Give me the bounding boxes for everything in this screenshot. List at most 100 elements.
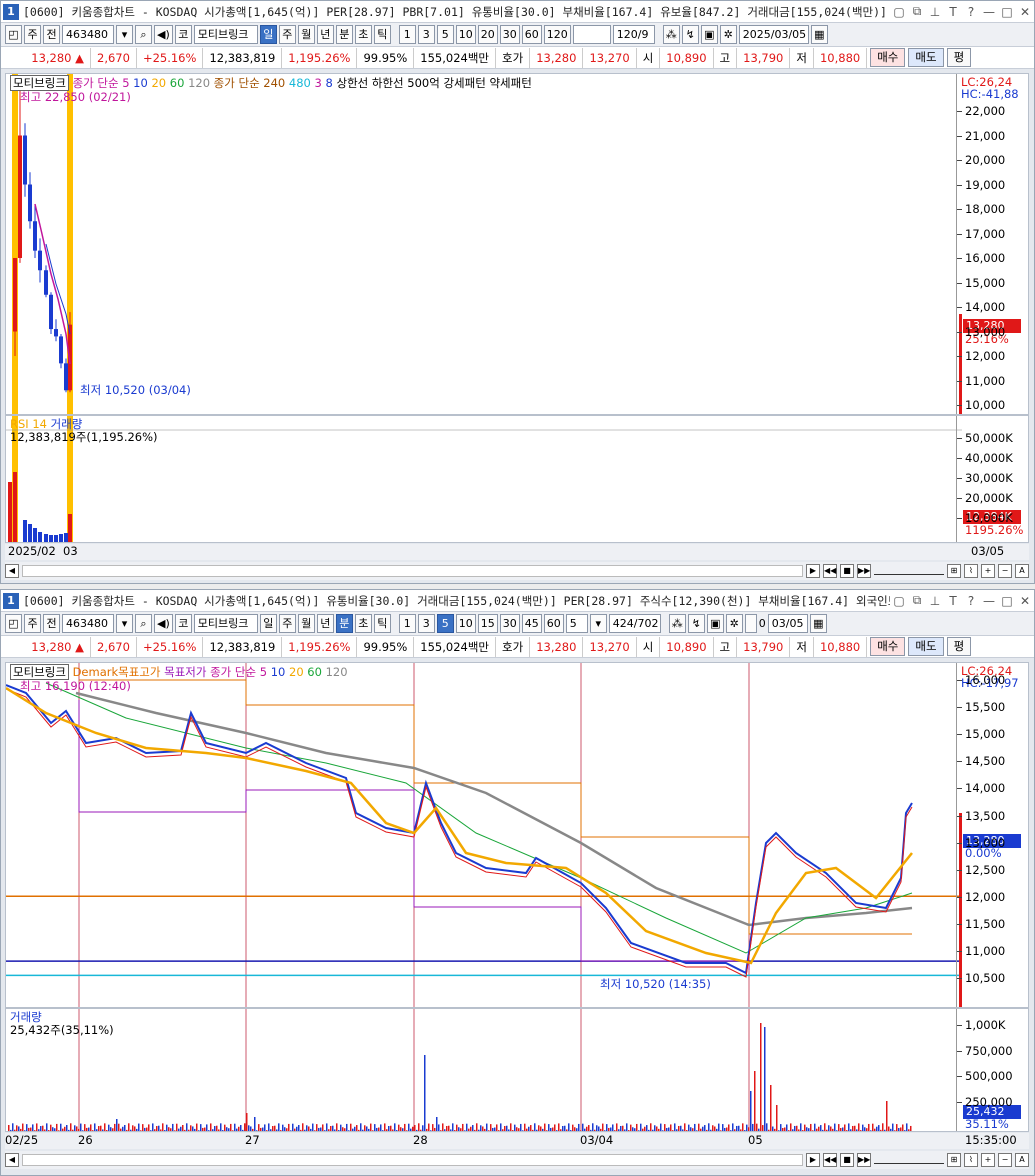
text-icon[interactable]: T (946, 594, 960, 608)
jeon-button[interactable]: 전 (43, 25, 60, 44)
save-icon[interactable]: ▣ (706, 614, 724, 633)
scroll-track[interactable] (22, 565, 803, 577)
stock-name-field[interactable]: 모티브링크 (193, 614, 258, 633)
buy-button[interactable]: 매수 (870, 48, 906, 67)
stop-icon[interactable]: ■ (840, 1153, 854, 1167)
ko-button[interactable]: 코 (174, 614, 192, 633)
layout-icon[interactable]: ◰ (5, 25, 22, 44)
bottom-scrollbar[interactable]: ◀ ▶ ◀◀ ■ ▶▶ ⊞ ⌇ + − A (5, 1151, 1029, 1169)
zigzag-icon[interactable]: ↯ (687, 614, 705, 633)
interval-button-3[interactable]: 10 (455, 614, 476, 633)
zoom-in-icon[interactable]: + (981, 564, 995, 578)
layout-icon[interactable]: ◰ (5, 614, 22, 633)
close-icon[interactable]: ✕ (1018, 594, 1032, 608)
save-icon[interactable]: ▣ (700, 25, 718, 44)
code-dropdown-icon[interactable]: ▾ (116, 614, 133, 633)
interval-button-7[interactable]: 120 (543, 25, 571, 44)
interval-button-4[interactable]: 15 (477, 614, 498, 633)
sell-button[interactable]: 매도 (908, 48, 944, 67)
search-icon[interactable]: ⌕ (135, 614, 152, 633)
rewind-icon[interactable]: ◀◀ (823, 564, 837, 578)
zoom-slider[interactable] (874, 1156, 944, 1164)
zoom-out-icon[interactable]: − (998, 564, 1012, 578)
checkbox[interactable] (744, 614, 757, 633)
speaker-icon[interactable]: ◀) (154, 25, 173, 44)
interval-button-7[interactable]: 60 (543, 614, 564, 633)
close-icon[interactable]: ✕ (1018, 5, 1032, 19)
bottom-volume-chart[interactable]: 거래량 25,432주(35,11%) 25,432 35.11% 1,000K… (5, 1008, 1029, 1132)
period-button-3[interactable]: 년 (316, 614, 334, 633)
date-input[interactable]: 2025/03/05 (738, 25, 809, 44)
maximize-icon[interactable]: □ (1000, 594, 1014, 608)
tile-icon[interactable]: ▢ (892, 5, 906, 19)
interval-button-4[interactable]: 20 (477, 25, 498, 44)
gear-icon[interactable]: ✲ (719, 25, 737, 44)
interval-button-6[interactable]: 60 (521, 25, 542, 44)
pin-icon[interactable]: ⊥ (928, 5, 942, 19)
zigzag-icon[interactable]: ↯ (681, 25, 699, 44)
minimize-icon[interactable]: — (982, 5, 996, 19)
period-button-5[interactable]: 초 (354, 614, 372, 633)
code-input[interactable]: 463480 (62, 614, 114, 633)
text-icon[interactable]: T (946, 5, 960, 19)
forward-icon[interactable]: ▶▶ (857, 564, 871, 578)
maximize-icon[interactable]: □ (1000, 5, 1014, 19)
font-icon[interactable]: A (1015, 564, 1029, 578)
period-button-3[interactable]: 년 (316, 25, 334, 44)
stock-name-field[interactable]: 모티브링크 (193, 25, 258, 44)
interval-button-1[interactable]: 3 (417, 614, 435, 633)
interval-input[interactable]: 5 (565, 614, 588, 633)
period-button-1[interactable]: 주 (278, 25, 296, 44)
copy-window-icon[interactable]: ⧉ (910, 4, 924, 19)
interval-button-3[interactable]: 10 (455, 25, 476, 44)
pyeong-button[interactable]: 평 (946, 48, 972, 67)
help-icon[interactable]: ? (964, 594, 978, 608)
interval-button-5[interactable]: 30 (499, 25, 520, 44)
draw-icon[interactable]: ⌇ (964, 1153, 978, 1167)
period-button-4[interactable]: 분 (335, 614, 353, 633)
top-volume-chart[interactable]: RSI 14 거래량 12,383,819주(1,195.26%) 12,384… (5, 415, 1029, 543)
ko-button[interactable]: 코 (174, 25, 192, 44)
scroll-left-icon[interactable]: ◀ (5, 1153, 19, 1167)
chart-tools-icon[interactable]: ⊞ (947, 564, 961, 578)
type-select[interactable]: 주 (24, 25, 41, 44)
period-button-4[interactable]: 분 (335, 25, 353, 44)
tile-icon[interactable]: ▢ (892, 594, 906, 608)
pattern-icon[interactable]: ⁂ (668, 614, 686, 633)
count-input[interactable]: 120/9 (612, 25, 655, 44)
code-dropdown-icon[interactable]: ▾ (116, 25, 133, 44)
speaker-icon[interactable]: ◀) (154, 614, 173, 633)
stop-icon[interactable]: ■ (840, 564, 854, 578)
period-button-1[interactable]: 주 (278, 614, 296, 633)
interval-button-6[interactable]: 45 (521, 614, 542, 633)
calendar-icon[interactable]: ▦ (809, 614, 827, 633)
interval-button-5[interactable]: 30 (499, 614, 520, 633)
copy-window-icon[interactable]: ⧉ (910, 593, 924, 608)
period-button-5[interactable]: 초 (354, 25, 372, 44)
scroll-track[interactable] (22, 1154, 803, 1166)
date-input[interactable]: 03/05 (767, 614, 808, 633)
interval-dropdown-icon[interactable]: ▾ (589, 614, 607, 633)
jeon-button[interactable]: 전 (43, 614, 60, 633)
search-icon[interactable]: ⌕ (135, 25, 152, 44)
period-button-2[interactable]: 월 (297, 614, 315, 633)
help-icon[interactable]: ? (964, 5, 978, 19)
pyeong-button[interactable]: 평 (946, 637, 972, 656)
top-scrollbar[interactable]: ◀ ▶ ◀◀ ■ ▶▶ ⊞ ⌇ + − A (5, 562, 1029, 580)
period-button-6[interactable]: 틱 (373, 25, 391, 44)
type-select[interactable]: 주 (24, 614, 41, 633)
zoom-in-icon[interactable]: + (981, 1153, 995, 1167)
draw-icon[interactable]: ⌇ (964, 564, 978, 578)
top-price-chart[interactable]: 모티브링크 종가 단순 5 10 20 60 120 종가 단순 240 480… (5, 73, 1029, 415)
zoom-slider[interactable] (874, 567, 944, 575)
scroll-right-icon[interactable]: ▶ (806, 564, 820, 578)
gear-icon[interactable]: ✲ (725, 614, 743, 633)
font-icon[interactable]: A (1015, 1153, 1029, 1167)
interval-button-2[interactable]: 5 (436, 25, 454, 44)
interval-button-1[interactable]: 3 (417, 25, 435, 44)
count-input[interactable]: 424/702 (608, 614, 661, 633)
period-button-0[interactable]: 일 (259, 614, 277, 633)
pattern-icon[interactable]: ⁂ (662, 25, 680, 44)
rewind-icon[interactable]: ◀◀ (823, 1153, 837, 1167)
interval-input[interactable] (572, 25, 611, 44)
